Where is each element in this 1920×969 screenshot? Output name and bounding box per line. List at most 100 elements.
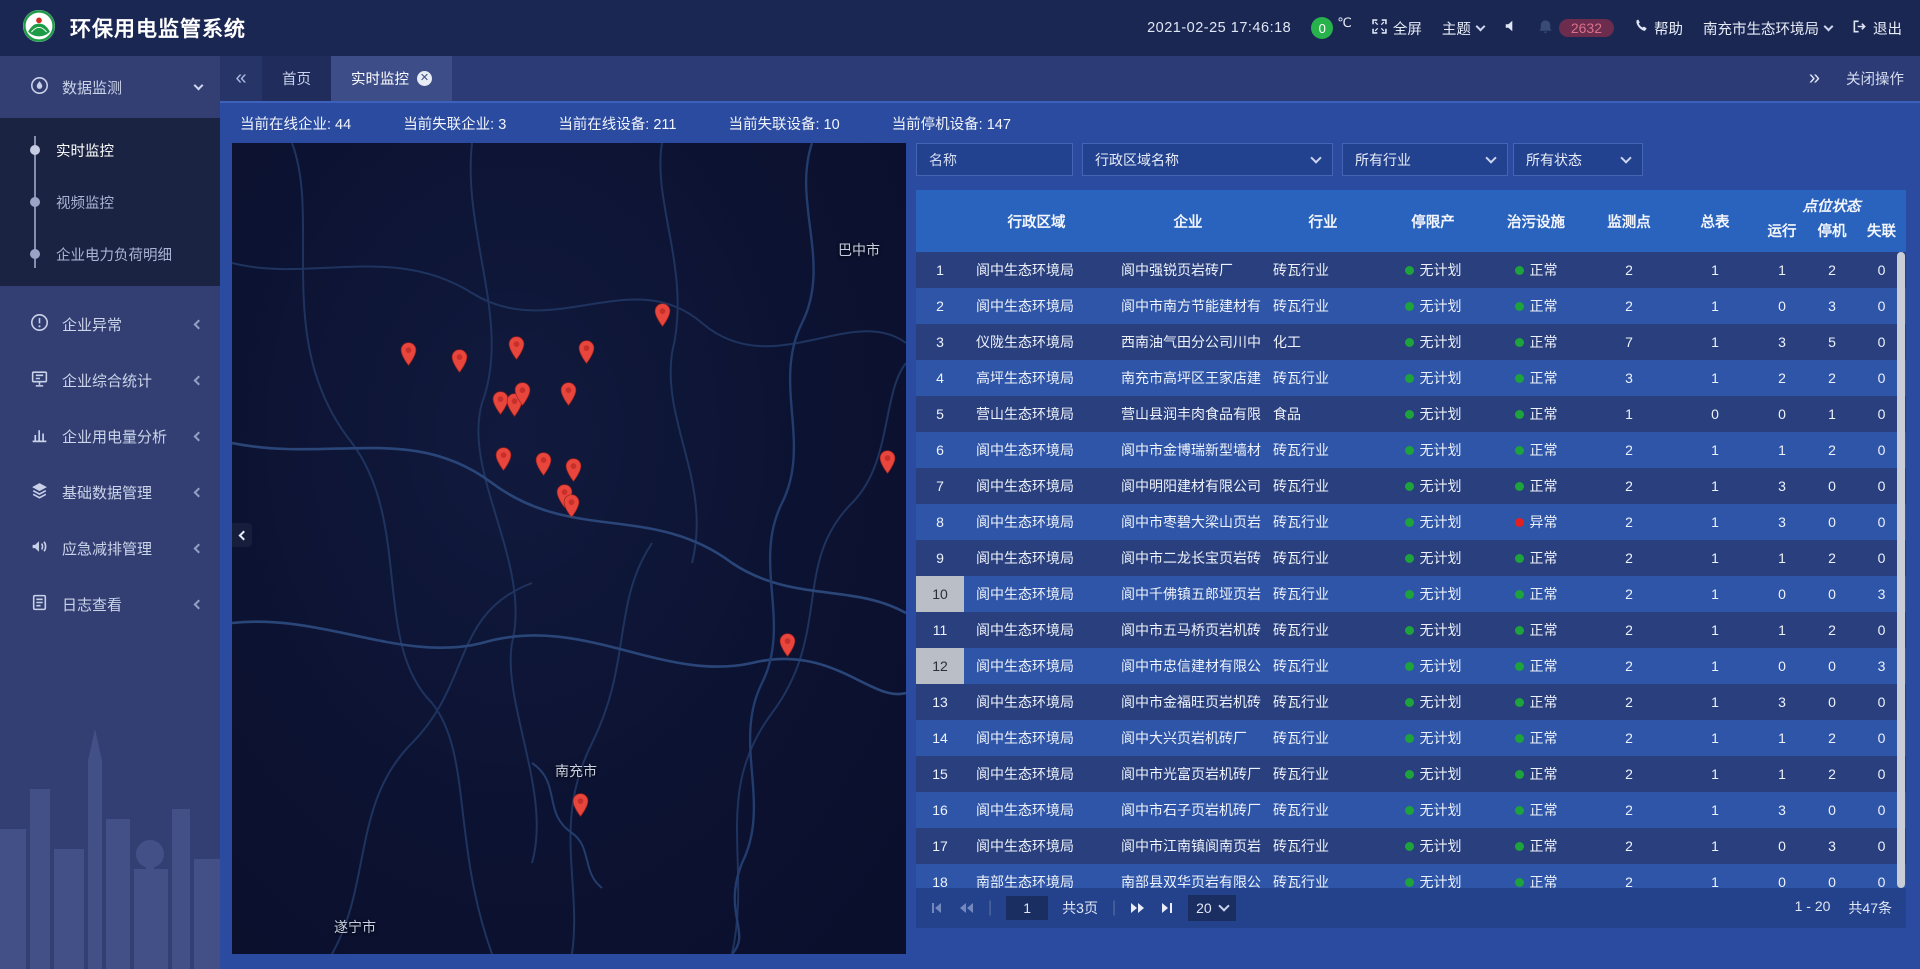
tab-realtime-monitor[interactable]: 实时监控 ✕ xyxy=(331,56,452,101)
cell-run: 0 xyxy=(1757,288,1807,324)
page-number-input[interactable]: 1 xyxy=(1006,896,1048,920)
cell-stop: 2 xyxy=(1807,432,1857,468)
speaker-mute-button[interactable] xyxy=(1504,19,1518,37)
table-row[interactable]: 4高坪生态环境局南充市高坪区王家店建砖瓦行业无计划正常31220 xyxy=(916,360,1906,396)
cell-run: 2 xyxy=(1757,360,1807,396)
map-panel[interactable]: 巴中市南充市遂宁市 xyxy=(232,143,906,954)
cell-run: 3 xyxy=(1757,792,1807,828)
total-pages-label: 共3页 xyxy=(1062,898,1098,918)
map-pin[interactable] xyxy=(654,303,671,327)
top-header-bar: 环保用电监管系统 2021-02-25 17:46:18 0 ℃ 全屏 主题 xyxy=(0,0,1920,56)
theme-menu[interactable]: 主题 xyxy=(1442,18,1484,39)
map-pin[interactable] xyxy=(560,382,577,406)
table-row[interactable]: 15阆中生态环境局阆中市光富页岩机砖厂砖瓦行业无计划正常21120 xyxy=(916,756,1906,792)
map-pin[interactable] xyxy=(572,793,589,817)
table-row[interactable]: 6阆中生态环境局阆中市金博瑞新型墙材砖瓦行业无计划正常21120 xyxy=(916,432,1906,468)
map-collapse-handle[interactable] xyxy=(232,523,252,547)
tab-close-icon[interactable]: ✕ xyxy=(417,71,432,86)
name-filter-input-box[interactable] xyxy=(916,143,1073,176)
notification-button[interactable]: 2632 xyxy=(1538,19,1614,38)
cell-facility: 正常 xyxy=(1487,828,1585,864)
map-city-label: 巴中市 xyxy=(838,240,880,260)
sidebar-item-data-monitor[interactable]: 数据监测 xyxy=(0,56,220,118)
logout-button[interactable]: 退出 xyxy=(1852,18,1902,39)
cell-facility: 正常 xyxy=(1487,756,1585,792)
table-row[interactable]: 9阆中生态环境局阆中市二龙长宝页岩砖砖瓦行业无计划正常21120 xyxy=(916,540,1906,576)
status-dot xyxy=(1515,698,1524,707)
sidebar-item-base-data[interactable]: 基础数据管理 xyxy=(0,464,220,520)
sidebar-item-video-monitor[interactable]: 视频监控 xyxy=(0,176,220,228)
table-row[interactable]: 14阆中生态环境局阆中大兴页岩机砖厂砖瓦行业无计划正常21120 xyxy=(916,720,1906,756)
table-row[interactable]: 13阆中生态环境局阆中市金福旺页岩机砖砖瓦行业无计划正常21300 xyxy=(916,684,1906,720)
table-row[interactable]: 10阆中生态环境局阆中千佛镇五郎垭页岩砖瓦行业无计划正常21003 xyxy=(916,576,1906,612)
map-pin[interactable] xyxy=(508,336,525,360)
table-row[interactable]: 17阆中生态环境局阆中市江南镇阆南页岩砖瓦行业无计划正常21030 xyxy=(916,828,1906,864)
cell-meters: 1 xyxy=(1673,288,1757,324)
cell-meters: 1 xyxy=(1673,864,1757,888)
cell-region: 阆中生态环境局 xyxy=(964,288,1109,324)
map-pin[interactable] xyxy=(578,340,595,364)
stat-item: 当前停机设备: 147 xyxy=(892,113,1011,134)
col-header-lost: 失联 xyxy=(1857,220,1906,252)
first-page-button[interactable] xyxy=(930,901,944,915)
table-row[interactable]: 18南部生态环境局南部县双华页岩有限公砖瓦行业无计划正常21000 xyxy=(916,864,1906,888)
table-row[interactable]: 5营山生态环境局营山县润丰肉食品有限食品无计划正常10010 xyxy=(916,396,1906,432)
name-search-input[interactable] xyxy=(929,152,1060,168)
status-filter-value: 所有状态 xyxy=(1526,150,1582,170)
map-pin[interactable] xyxy=(563,494,580,518)
table-row[interactable]: 11阆中生态环境局阆中市五马桥页岩机砖砖瓦行业无计划正常21120 xyxy=(916,612,1906,648)
map-pin[interactable] xyxy=(400,342,417,366)
tab-home[interactable]: 首页 xyxy=(262,56,331,101)
help-button[interactable]: 帮助 xyxy=(1634,18,1683,39)
close-operations-button[interactable]: 关闭操作 xyxy=(1846,68,1904,89)
next-page-button[interactable] xyxy=(1130,901,1146,915)
status-filter-select[interactable]: 所有状态 xyxy=(1513,143,1643,176)
sidebar-item-enterprise-stats[interactable]: 企业综合统计 xyxy=(0,352,220,408)
table-row[interactable]: 12阆中生态环境局阆中市忠信建材有限公砖瓦行业无计划正常21003 xyxy=(916,648,1906,684)
cell-company: 阆中市江南镇阆南页岩 xyxy=(1109,828,1267,864)
page-size-select[interactable]: 20 xyxy=(1188,895,1236,921)
sidebar-item-log-view[interactable]: 日志查看 xyxy=(0,576,220,632)
sidebar-item-emergency-reduction[interactable]: 应急减排管理 xyxy=(0,520,220,576)
cell-stop: 0 xyxy=(1807,504,1857,540)
org-user-menu[interactable]: 南充市生态环境局 xyxy=(1703,18,1832,39)
industry-filter-select[interactable]: 所有行业 xyxy=(1342,143,1508,176)
cell-industry: 砖瓦行业 xyxy=(1267,540,1379,576)
map-pin[interactable] xyxy=(565,458,582,482)
sidebar-item-power-analysis[interactable]: 企业用电量分析 xyxy=(0,408,220,464)
map-pin[interactable] xyxy=(514,382,531,406)
cell-company: 西南油气田分公司川中 xyxy=(1109,324,1267,360)
sidebar-item-label: 企业综合统计 xyxy=(62,370,152,391)
sidebar-item-realtime-monitor[interactable]: 实时监控 xyxy=(0,124,220,176)
table-scrollbar[interactable] xyxy=(1897,252,1905,888)
table-row[interactable]: 7阆中生态环境局阆中明阳建材有限公司砖瓦行业无计划正常21300 xyxy=(916,468,1906,504)
cell-facility: 正常 xyxy=(1487,612,1585,648)
map-pin[interactable] xyxy=(779,633,796,657)
chevron-left-icon xyxy=(239,530,249,540)
map-pin[interactable] xyxy=(495,447,512,471)
fullscreen-button[interactable]: 全屏 xyxy=(1372,18,1422,39)
last-page-button[interactable] xyxy=(1160,901,1174,915)
prev-page-button[interactable] xyxy=(958,901,974,915)
status-dot xyxy=(1405,446,1414,455)
table-row[interactable]: 1阆中生态环境局阆中强锐页岩砖厂砖瓦行业无计划正常21120 xyxy=(916,252,1906,288)
chevron-down-icon xyxy=(1475,21,1485,31)
sidebar-item-power-load-detail[interactable]: 企业电力负荷明细 xyxy=(0,228,220,280)
map-pin[interactable] xyxy=(451,349,468,373)
cell-plan: 无计划 xyxy=(1379,468,1487,504)
table-row[interactable]: 16阆中生态环境局阆中市石子页岩机砖厂砖瓦行业无计划正常21300 xyxy=(916,792,1906,828)
map-pin[interactable] xyxy=(535,452,552,476)
map-pin[interactable] xyxy=(879,450,896,474)
tabs-scroll-left-button[interactable]: « xyxy=(220,56,262,101)
range-label: 1 - 20 xyxy=(1795,898,1831,918)
table-row[interactable]: 2阆中生态环境局阆中市南方节能建材有砖瓦行业无计划正常21030 xyxy=(916,288,1906,324)
table-row[interactable]: 3仪陇生态环境局西南油气田分公司川中化工无计划正常71350 xyxy=(916,324,1906,360)
double-chevron-right-icon[interactable]: » xyxy=(1809,67,1820,90)
sidebar-item-enterprise-abnormal[interactable]: 企业异常 xyxy=(0,296,220,352)
col-header-facility: 治污设施 xyxy=(1487,190,1585,252)
cell-company: 南部县双华页岩有限公 xyxy=(1109,864,1267,888)
cell-stop: 0 xyxy=(1807,684,1857,720)
table-row[interactable]: 8阆中生态环境局阆中市枣碧大梁山页岩砖瓦行业无计划异常21300 xyxy=(916,504,1906,540)
table-header: 行政区域 企业 行业 停限产 治污设施 监测点 总表 点位状态 运行 停机 失联 xyxy=(916,190,1906,252)
region-filter-select[interactable]: 行政区域名称 xyxy=(1082,143,1333,176)
